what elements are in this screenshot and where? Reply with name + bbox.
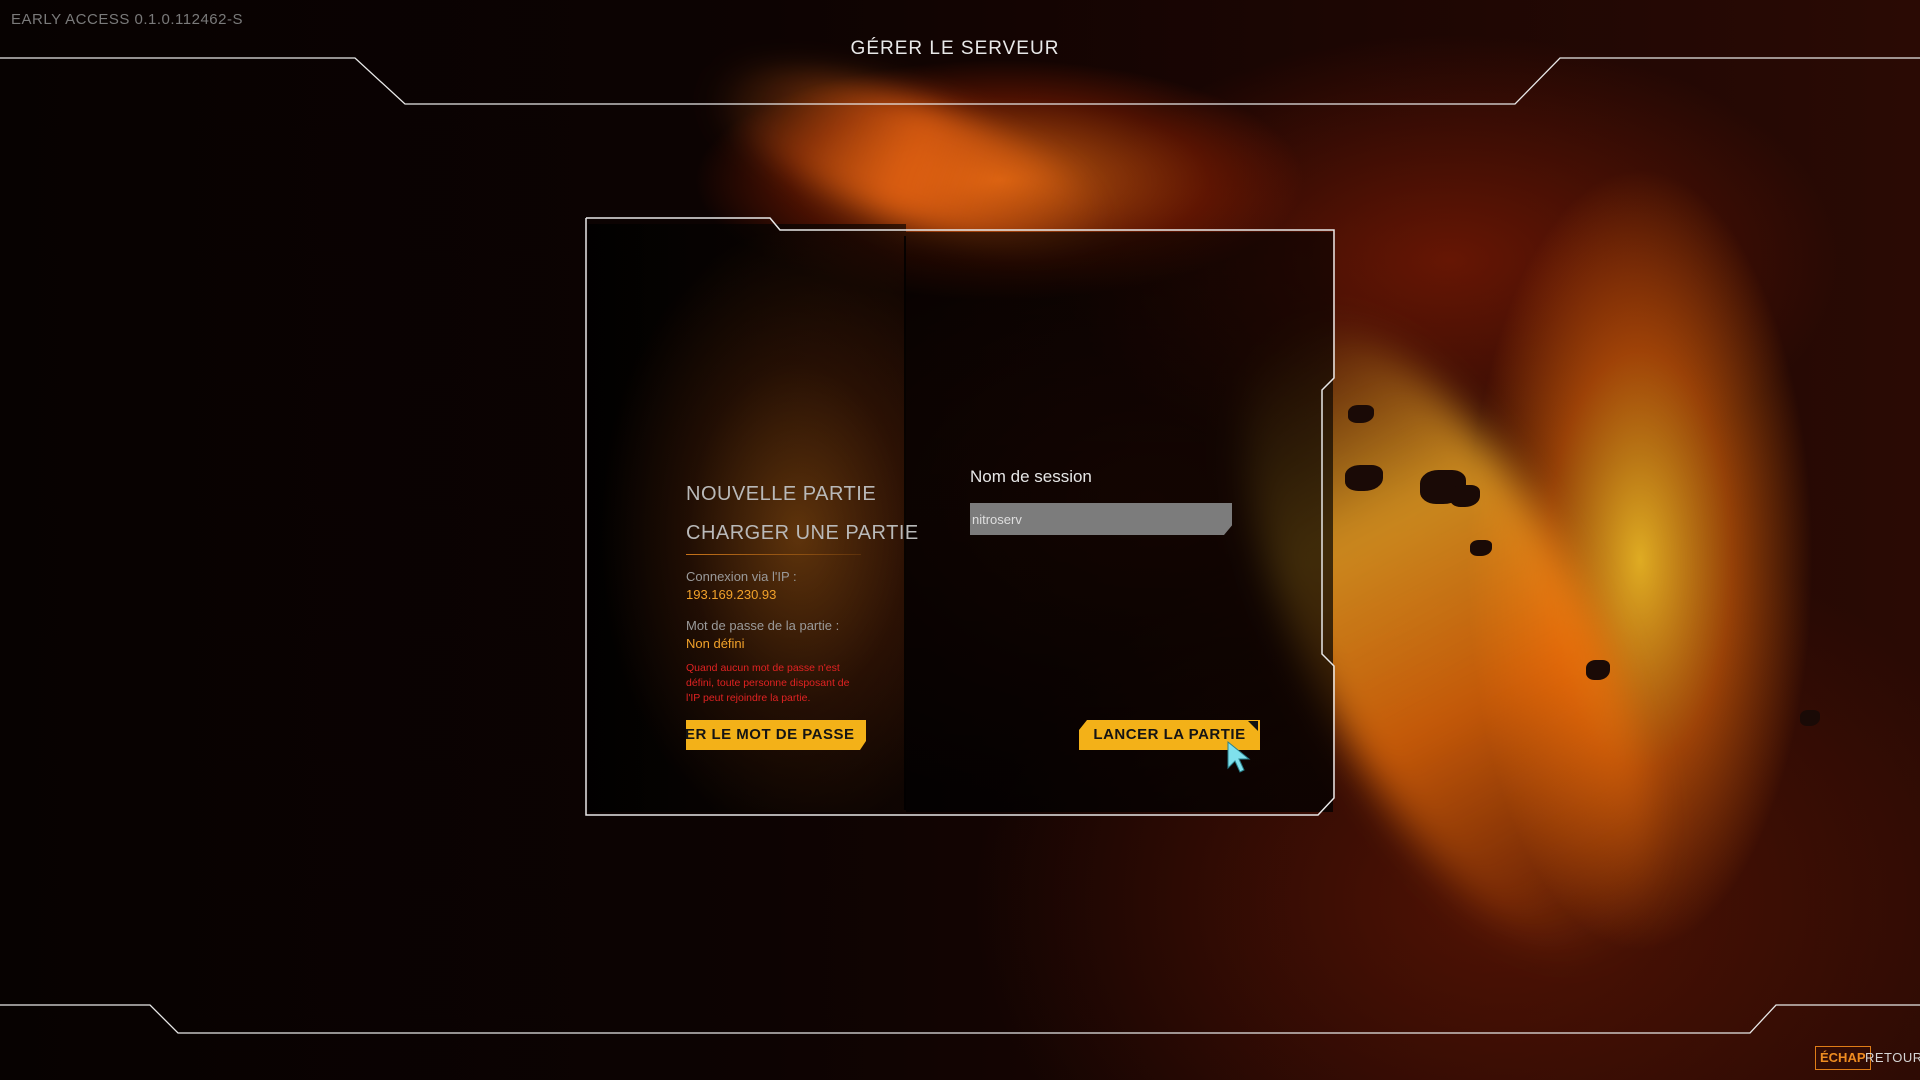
dialog-frame bbox=[585, 217, 1335, 816]
ip-label: Connexion via l'IP : bbox=[686, 569, 797, 584]
password-value: Non défini bbox=[686, 636, 745, 651]
session-name-input[interactable] bbox=[970, 503, 1232, 535]
menu-new-game[interactable]: NOUVELLE PARTIE bbox=[686, 483, 876, 506]
mouse-pointer-icon bbox=[1227, 740, 1251, 773]
launch-game-label: LANCER LA PARTIE bbox=[1093, 726, 1246, 743]
ip-value: 193.169.230.93 bbox=[686, 587, 777, 602]
menu-load-game[interactable]: CHARGER UNE PARTIE bbox=[686, 522, 919, 545]
change-password-label: MODIFIER LE MOT DE PASSE bbox=[686, 726, 855, 743]
password-label: Mot de passe de la partie : bbox=[686, 618, 840, 633]
button-corner-notch bbox=[1248, 721, 1258, 731]
session-name-label: Nom de session bbox=[970, 467, 1092, 486]
esc-key-badge[interactable]: ÉCHAP bbox=[1815, 1046, 1871, 1070]
change-password-button[interactable]: MODIFIER LE MOT DE PASSE bbox=[686, 720, 866, 750]
password-warning: Quand aucun mot de passe n'est défini, t… bbox=[686, 662, 850, 704]
menu-divider bbox=[686, 554, 861, 555]
back-label[interactable]: RETOUR bbox=[1865, 1050, 1920, 1065]
